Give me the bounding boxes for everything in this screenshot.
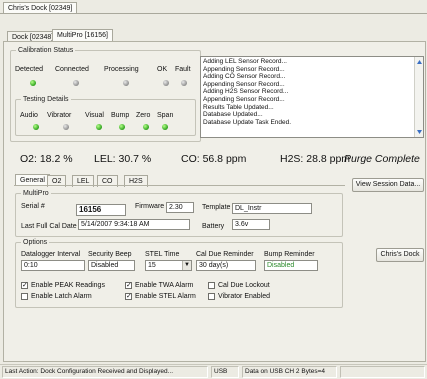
span-label: Span xyxy=(157,112,174,119)
fault-label: Fault xyxy=(175,66,191,73)
log-line: Appending Sensor Record... xyxy=(203,80,285,88)
stel-time-value: 15 xyxy=(148,262,156,269)
latch-alarm-checkbox[interactable] xyxy=(21,293,28,300)
log-line: Adding LEL Sensor Record... xyxy=(203,58,287,65)
audio-label: Audio xyxy=(20,112,38,119)
security-beep-field[interactable]: Disabled xyxy=(88,260,135,271)
chris-dock-button[interactable]: Chris's Dock xyxy=(376,248,424,262)
bump-led-icon xyxy=(119,124,125,130)
log-line: Database Update Task Ended. xyxy=(203,118,292,126)
testing-details-title: Testing Details xyxy=(21,95,71,104)
bump-reminder-field[interactable]: Disabled xyxy=(264,260,318,271)
firmware-field[interactable]: 2.30 xyxy=(166,202,194,213)
firmware-label: Firmware xyxy=(135,203,165,210)
bump-reminder-label: Bump Reminder xyxy=(264,251,315,258)
span-led-icon xyxy=(162,124,168,130)
view-session-data-button[interactable]: View Session Data... xyxy=(352,178,424,192)
scroll-arrows-icon xyxy=(417,60,422,134)
vibrator-label: Vibrator xyxy=(47,112,72,119)
zero-led-icon xyxy=(143,124,149,130)
battery-field[interactable]: 3.6v xyxy=(232,219,270,230)
log-line: Adding H2S Sensor Record... xyxy=(203,88,289,96)
twa-alarm-checkbox[interactable]: ✓ xyxy=(125,282,132,289)
stel-alarm-checkbox[interactable]: ✓ xyxy=(125,293,132,300)
peak-readings-checkbox[interactable]: ✓ xyxy=(21,282,28,289)
co-reading: CO: 56.8 ppm xyxy=(181,153,247,165)
visual-label: Visual xyxy=(85,112,104,119)
datalogger-field[interactable]: 0:10 xyxy=(21,260,85,271)
ok-led-icon xyxy=(163,80,169,86)
h2s-reading: H2S: 28.8 ppm xyxy=(280,153,351,165)
detected-led-icon xyxy=(30,80,36,86)
calibration-status-title: Calibration Status xyxy=(16,46,76,55)
tab-divider xyxy=(0,13,427,14)
visual-led-icon xyxy=(96,124,102,130)
log-line: Results Table Updated... xyxy=(203,103,274,111)
status-usb: USB xyxy=(211,366,239,378)
status-empty xyxy=(340,366,425,378)
fault-led-icon xyxy=(181,80,187,86)
last-cal-label: Last Full Cal Date xyxy=(21,223,77,230)
detail-tab-divider xyxy=(14,185,345,186)
chevron-down-icon[interactable]: ▼ xyxy=(182,261,191,270)
template-field[interactable]: DL_Instr xyxy=(232,203,312,214)
template-label: Template xyxy=(202,204,231,211)
status-last-action: Last Action: Dock Configuration Received… xyxy=(2,366,208,378)
serial-label: Serial # xyxy=(21,203,45,210)
latch-alarm-label: Enable Latch Alarm xyxy=(31,293,92,300)
lel-reading: LEL: 30.7 % xyxy=(94,153,152,165)
cal-due-label: Cal Due Reminder xyxy=(196,251,254,258)
status-data: Data on USB CH 2 Bytes=4 xyxy=(242,366,337,378)
cal-due-lockout-label: Cal Due Lockout xyxy=(218,282,270,289)
last-cal-field[interactable]: 5/14/2007 9:34:18 AM xyxy=(78,219,190,230)
twa-alarm-label: Enable TWA Alarm xyxy=(135,282,194,289)
stel-alarm-label: Enable STEL Alarm xyxy=(135,293,196,300)
multipro-title: MultiPro xyxy=(21,189,51,198)
vibrator-enabled-label: Vibrator Enabled xyxy=(218,293,271,300)
vibrator-led-icon xyxy=(63,124,69,130)
event-log[interactable]: Adding LEL Sensor Record... Appending Se… xyxy=(200,56,424,138)
stel-time-select[interactable]: 15 ▼ xyxy=(145,260,192,271)
serial-field[interactable]: 16156 xyxy=(76,204,126,216)
security-beep-label: Security Beep xyxy=(88,251,132,258)
log-line: Appending Sensor Record... xyxy=(203,95,285,103)
log-scrollbar[interactable] xyxy=(414,57,423,137)
log-line: Database Updated... xyxy=(203,111,263,119)
cal-due-lockout-checkbox[interactable] xyxy=(208,282,215,289)
detected-label: Detected xyxy=(15,66,44,73)
tab-multipro[interactable]: MultiPro [16156] xyxy=(52,29,113,41)
stel-time-label: STEL Time xyxy=(145,251,180,258)
connected-led-icon xyxy=(73,80,79,86)
processing-led-icon xyxy=(123,80,129,86)
purge-status: Purge Complete xyxy=(344,153,420,165)
datalogger-label: Datalogger Interval xyxy=(21,251,81,258)
vibrator-enabled-checkbox[interactable] xyxy=(208,293,215,300)
log-line: Appending Sensor Record... xyxy=(203,65,285,73)
connected-label: Connected xyxy=(55,66,89,73)
battery-label: Battery xyxy=(202,223,225,230)
o2-reading: O2: 18.2 % xyxy=(20,153,73,165)
zero-label: Zero xyxy=(136,112,151,119)
cal-due-field[interactable]: 30 day(s) xyxy=(196,260,256,271)
log-line: Adding CO Sensor Record... xyxy=(203,73,286,81)
options-title: Options xyxy=(21,238,50,247)
ok-label: OK xyxy=(157,66,168,73)
audio-led-icon xyxy=(33,124,39,130)
processing-label: Processing xyxy=(104,66,139,73)
bump-label: Bump xyxy=(111,112,130,119)
peak-readings-label: Enable PEAK Readings xyxy=(31,282,105,289)
